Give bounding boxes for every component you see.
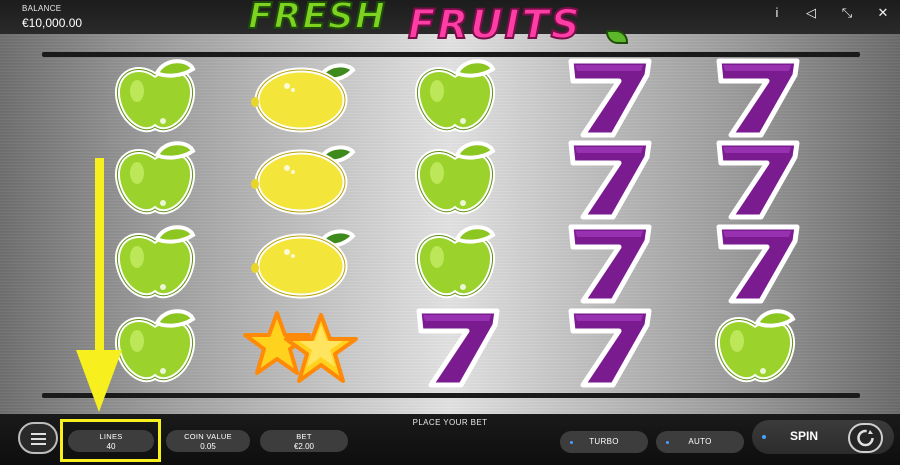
balance-label: BALANCE	[22, 4, 62, 13]
spin-label: SPIN	[790, 429, 819, 443]
reel-symbol-seven-icon	[552, 58, 662, 138]
close-icon[interactable]: ✕	[872, 2, 894, 24]
bet-button[interactable]: BET €2.00	[260, 430, 348, 452]
auto-indicator	[666, 441, 669, 444]
turbo-label: TURBO	[589, 437, 619, 446]
logo-fruits-text: FRUITS	[407, 1, 582, 49]
auto-label: AUTO	[688, 437, 712, 446]
balance-value: €10,000.00	[22, 16, 83, 30]
reel-symbol-seven-icon	[700, 140, 810, 220]
reel-symbol-seven-icon	[552, 140, 662, 220]
menu-icon	[31, 433, 46, 435]
reel-symbol-apple-icon	[400, 58, 510, 138]
annotation-arrow-head	[76, 350, 122, 412]
reel-symbol-apple-icon	[700, 308, 810, 388]
reel-symbol-seven-icon	[552, 224, 662, 304]
spin-indicator	[762, 435, 766, 439]
reel-symbol-seven-icon	[700, 58, 810, 138]
reel-symbol-seven-icon	[552, 308, 662, 388]
reel-symbol-apple-icon	[400, 224, 510, 304]
info-icon[interactable]: i	[766, 2, 788, 24]
coin-value-label: COIN VALUE	[184, 432, 232, 441]
reel-symbol-lemon-icon	[248, 140, 358, 220]
reel-symbol-lemon-icon	[248, 58, 358, 138]
coin-value-button[interactable]: COIN VALUE 0.05	[166, 430, 250, 452]
bet-label: BET	[296, 432, 312, 441]
logo-fresh-text: FRESH	[247, 0, 386, 38]
reel-grid	[100, 58, 820, 390]
turbo-button[interactable]: TURBO	[560, 431, 648, 453]
reel-symbol-apple-icon	[100, 58, 210, 138]
refresh-icon	[857, 429, 874, 447]
reel-symbol-apple-icon	[100, 140, 210, 220]
reel-symbol-seven-icon	[400, 308, 510, 388]
reel-bottom-rail	[42, 393, 860, 398]
annotation-arrow-shaft	[95, 158, 104, 370]
menu-button[interactable]	[18, 422, 58, 454]
fullscreen-icon[interactable]: ⤡	[836, 2, 858, 24]
reel-symbol-apple-icon	[400, 140, 510, 220]
game-logo: FRESH FRUITS	[247, 0, 668, 49]
coin-value: 0.05	[200, 442, 216, 451]
reel-symbol-apple-icon	[100, 224, 210, 304]
sound-icon[interactable]: ◁	[800, 2, 822, 24]
turbo-indicator	[570, 441, 573, 444]
reel-symbol-seven-icon	[700, 224, 810, 304]
reel-symbol-lemon-icon	[248, 224, 358, 304]
autoplay-refresh-button[interactable]	[848, 423, 883, 453]
reel-symbol-stars-icon	[243, 308, 358, 388]
logo-leaf-icon	[606, 30, 628, 44]
annotation-highlight-box	[60, 419, 161, 462]
auto-button[interactable]: AUTO	[656, 431, 744, 453]
bet-value: €2.00	[293, 442, 315, 451]
